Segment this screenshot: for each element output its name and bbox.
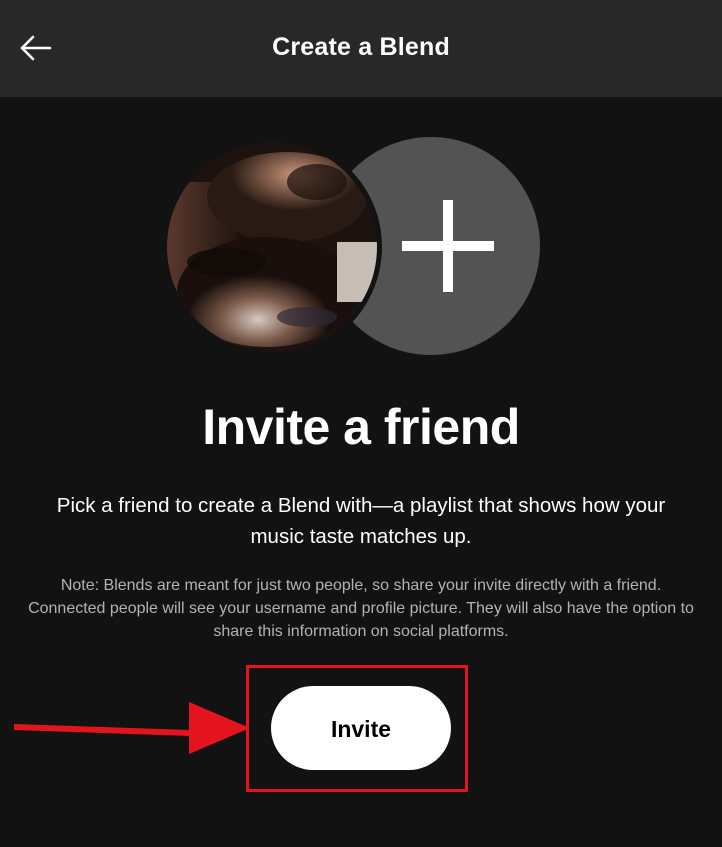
user-avatar (162, 137, 382, 357)
invite-button[interactable]: Invite (271, 686, 451, 770)
user-photo-image (167, 142, 377, 352)
privacy-note: Note: Blends are meant for just two peop… (28, 577, 694, 640)
blend-avatars (162, 137, 555, 357)
invite-heading: Invite a friend (202, 399, 520, 455)
page-title: Create a Blend (272, 33, 450, 61)
blend-description: Pick a friend to create a Blend with—a p… (56, 494, 666, 548)
plus-icon-vertical (443, 200, 453, 292)
top-bar: Create a Blend (0, 0, 722, 97)
